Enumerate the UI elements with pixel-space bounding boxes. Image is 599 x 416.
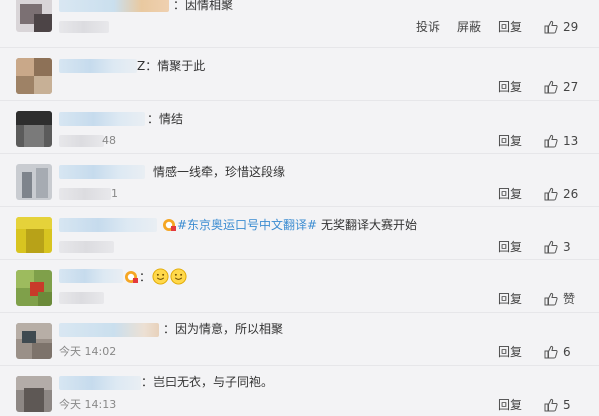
comment-list: ：因情相聚 投诉 屏蔽 回复 29 Z：情聚于此 回复 27 ：情结 48 回复…: [0, 0, 599, 416]
report-button[interactable]: 投诉: [416, 20, 440, 34]
smiley-face-icon: [170, 268, 187, 285]
like-button[interactable]: 27: [544, 80, 579, 94]
thumb-up-icon: [544, 240, 558, 254]
comment-item: ：因为情意，所以相聚 今天 14:02 回复 6: [0, 313, 599, 366]
comment-text: Z：情聚于此: [137, 59, 206, 73]
reply-button[interactable]: 回复: [498, 80, 522, 94]
commenter-name[interactable]: [59, 112, 145, 126]
commenter-name[interactable]: [59, 59, 137, 73]
avatar[interactable]: [16, 376, 52, 412]
comment-actions: 回复 27: [481, 80, 579, 94]
comment-text: 情感一线牵，珍惜这段缘: [153, 165, 286, 179]
comment-actions: 回复 26: [481, 187, 579, 201]
comment-text: ：: [123, 268, 187, 285]
avatar[interactable]: [16, 323, 52, 359]
comment-actions: 回复 6: [481, 345, 579, 359]
vip-badge-icon: [125, 271, 138, 283]
comment-time: 1: [111, 187, 118, 200]
comment-actions: 回复 3: [481, 240, 579, 254]
like-count: 6: [563, 345, 571, 359]
comment-time: [59, 292, 104, 304]
comment-item: 情感一线牵，珍惜这段缘 1 回复 26: [0, 154, 599, 207]
comment-time: 48: [102, 134, 116, 147]
avatar[interactable]: [16, 0, 52, 32]
like-button[interactable]: 13: [544, 134, 579, 148]
comment-text: ：因情相聚: [173, 0, 234, 12]
avatar[interactable]: [16, 217, 52, 253]
like-button[interactable]: 26: [544, 187, 579, 201]
comment-time: [59, 241, 114, 253]
reply-button[interactable]: 回复: [498, 398, 522, 412]
comment-item: Z：情聚于此 回复 27: [0, 48, 599, 101]
like-button[interactable]: 5: [544, 398, 579, 412]
reply-button[interactable]: 回复: [498, 187, 522, 201]
comment-text: ：情结: [147, 112, 184, 126]
like-count: 赞: [563, 292, 576, 306]
comment-time-blur: [59, 188, 111, 200]
thumb-up-icon: [544, 80, 558, 94]
like-count: 29: [563, 20, 579, 34]
comment-item: ：因情相聚 投诉 屏蔽 回复 29: [0, 0, 599, 48]
comment-actions: 投诉 屏蔽 回复 29: [399, 20, 579, 34]
thumb-up-icon: [544, 134, 558, 148]
commenter-name[interactable]: [59, 269, 123, 283]
comment-time: [59, 21, 109, 33]
like-count: 27: [563, 80, 579, 94]
like-count: 3: [563, 240, 571, 254]
like-button[interactable]: 29: [544, 20, 579, 34]
comment-time: 今天 14:02: [59, 345, 117, 358]
block-button[interactable]: 屏蔽: [457, 20, 481, 34]
like-button[interactable]: 赞: [544, 292, 579, 306]
avatar[interactable]: [16, 111, 52, 147]
comment-actions: 回复 赞: [481, 292, 579, 306]
comment-actions: 回复 13: [481, 134, 579, 148]
thumb-up-icon: [544, 345, 558, 359]
commenter-name[interactable]: [59, 218, 157, 232]
topic-link[interactable]: #东京奥运口号中文翻译#: [177, 218, 317, 232]
thumb-up-icon: [544, 292, 558, 306]
reply-button[interactable]: 回复: [498, 345, 522, 359]
comment-item: #东京奥运口号中文翻译# 无奖翻译大赛开始 回复 3: [0, 207, 599, 260]
avatar[interactable]: [16, 58, 52, 94]
avatar[interactable]: [16, 270, 52, 306]
comment-item: ：情结 48 回复 13: [0, 101, 599, 154]
comment-body: 无奖翻译大赛开始: [317, 218, 417, 232]
commenter-name[interactable]: [59, 0, 169, 12]
comment-time: 今天 14:13: [59, 398, 117, 411]
comment-text: ：岂曰无衣，与子同袍。: [141, 375, 274, 389]
commenter-name[interactable]: [59, 376, 141, 390]
reply-button[interactable]: 回复: [498, 240, 522, 254]
reply-button[interactable]: 回复: [498, 292, 522, 306]
like-count: 5: [563, 398, 571, 412]
smiley-face-icon: [152, 268, 169, 285]
like-button[interactable]: 3: [544, 240, 579, 254]
like-count: 26: [563, 187, 579, 201]
like-count: 13: [563, 134, 579, 148]
comment-item: ： 回复 赞: [0, 260, 599, 313]
comment-actions: 回复 5: [481, 398, 579, 412]
like-button[interactable]: 6: [544, 345, 579, 359]
commenter-name[interactable]: [59, 165, 145, 179]
comment-text: ：因为情意，所以相聚: [163, 322, 284, 336]
comment-text: #东京奥运口号中文翻译# 无奖翻译大赛开始: [161, 218, 417, 232]
avatar[interactable]: [16, 164, 52, 200]
reply-button[interactable]: 回复: [498, 134, 522, 148]
reply-button[interactable]: 回复: [498, 20, 522, 34]
vip-badge-icon: [163, 219, 176, 231]
comment-time-blur: [59, 135, 104, 147]
thumb-up-icon: [544, 20, 558, 34]
thumb-up-icon: [544, 187, 558, 201]
commenter-name[interactable]: [59, 323, 159, 337]
comment-item: ：岂曰无衣，与子同袍。 今天 14:13 回复 5: [0, 366, 599, 416]
thumb-up-icon: [544, 398, 558, 412]
